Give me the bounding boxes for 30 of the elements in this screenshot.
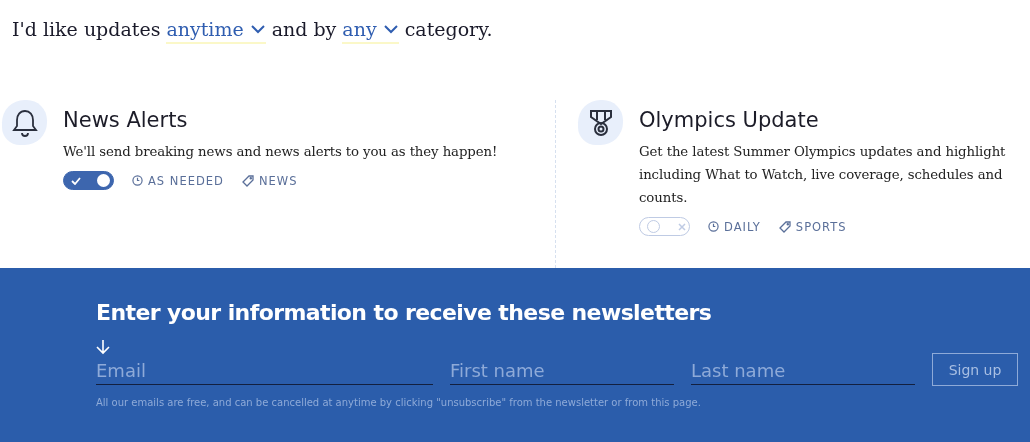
signup-heading: Enter your information to receive these newsletters [96,300,713,325]
input-field[interactable]: Email [96,357,433,385]
disclaimer-text: All our emails are free, and can be cancelled at anytime by clicking "unsubscribe" from the newsletter or from this page. [96,397,702,408]
tag-icon [778,220,791,233]
newsletter-title: Olympics Update [639,108,820,132]
newsletter-title: News Alerts [63,108,189,132]
cross-icon [678,222,686,231]
sign-up-button[interactable]: Sign up [932,353,1018,386]
preference-text: I'd like updates [12,18,161,40]
preference-text: and by [271,18,337,40]
frequency-label: AS NEEDED [132,173,224,188]
bell-icon [11,107,38,138]
category-dropdown[interactable]: anytime [166,18,266,44]
input-field[interactable]: First name [450,357,674,385]
chevron-icon [249,24,266,34]
tag-icon [241,174,254,187]
category-tag: SPORTS [778,219,847,234]
frequency-label: DAILY [708,219,761,234]
newsletter-description: We'll send breaking news and news alerts to you as they happen! [63,143,498,161]
clock-icon [132,175,143,186]
chevron-icon [382,24,399,34]
subscribe-toggle[interactable] [63,171,114,190]
clock-icon [708,221,719,232]
input-field[interactable]: Last name [691,357,915,385]
check-icon [71,176,81,185]
medal-icon [587,107,614,138]
category-tag: NEWS [241,173,298,188]
preference-text: category. [404,18,493,40]
category-dropdown[interactable]: any [342,18,399,44]
newsletter-description: Get the latest Summer Olympics updates and highlight including What to Watch, live coverage, schedules and counts. [639,143,1006,207]
